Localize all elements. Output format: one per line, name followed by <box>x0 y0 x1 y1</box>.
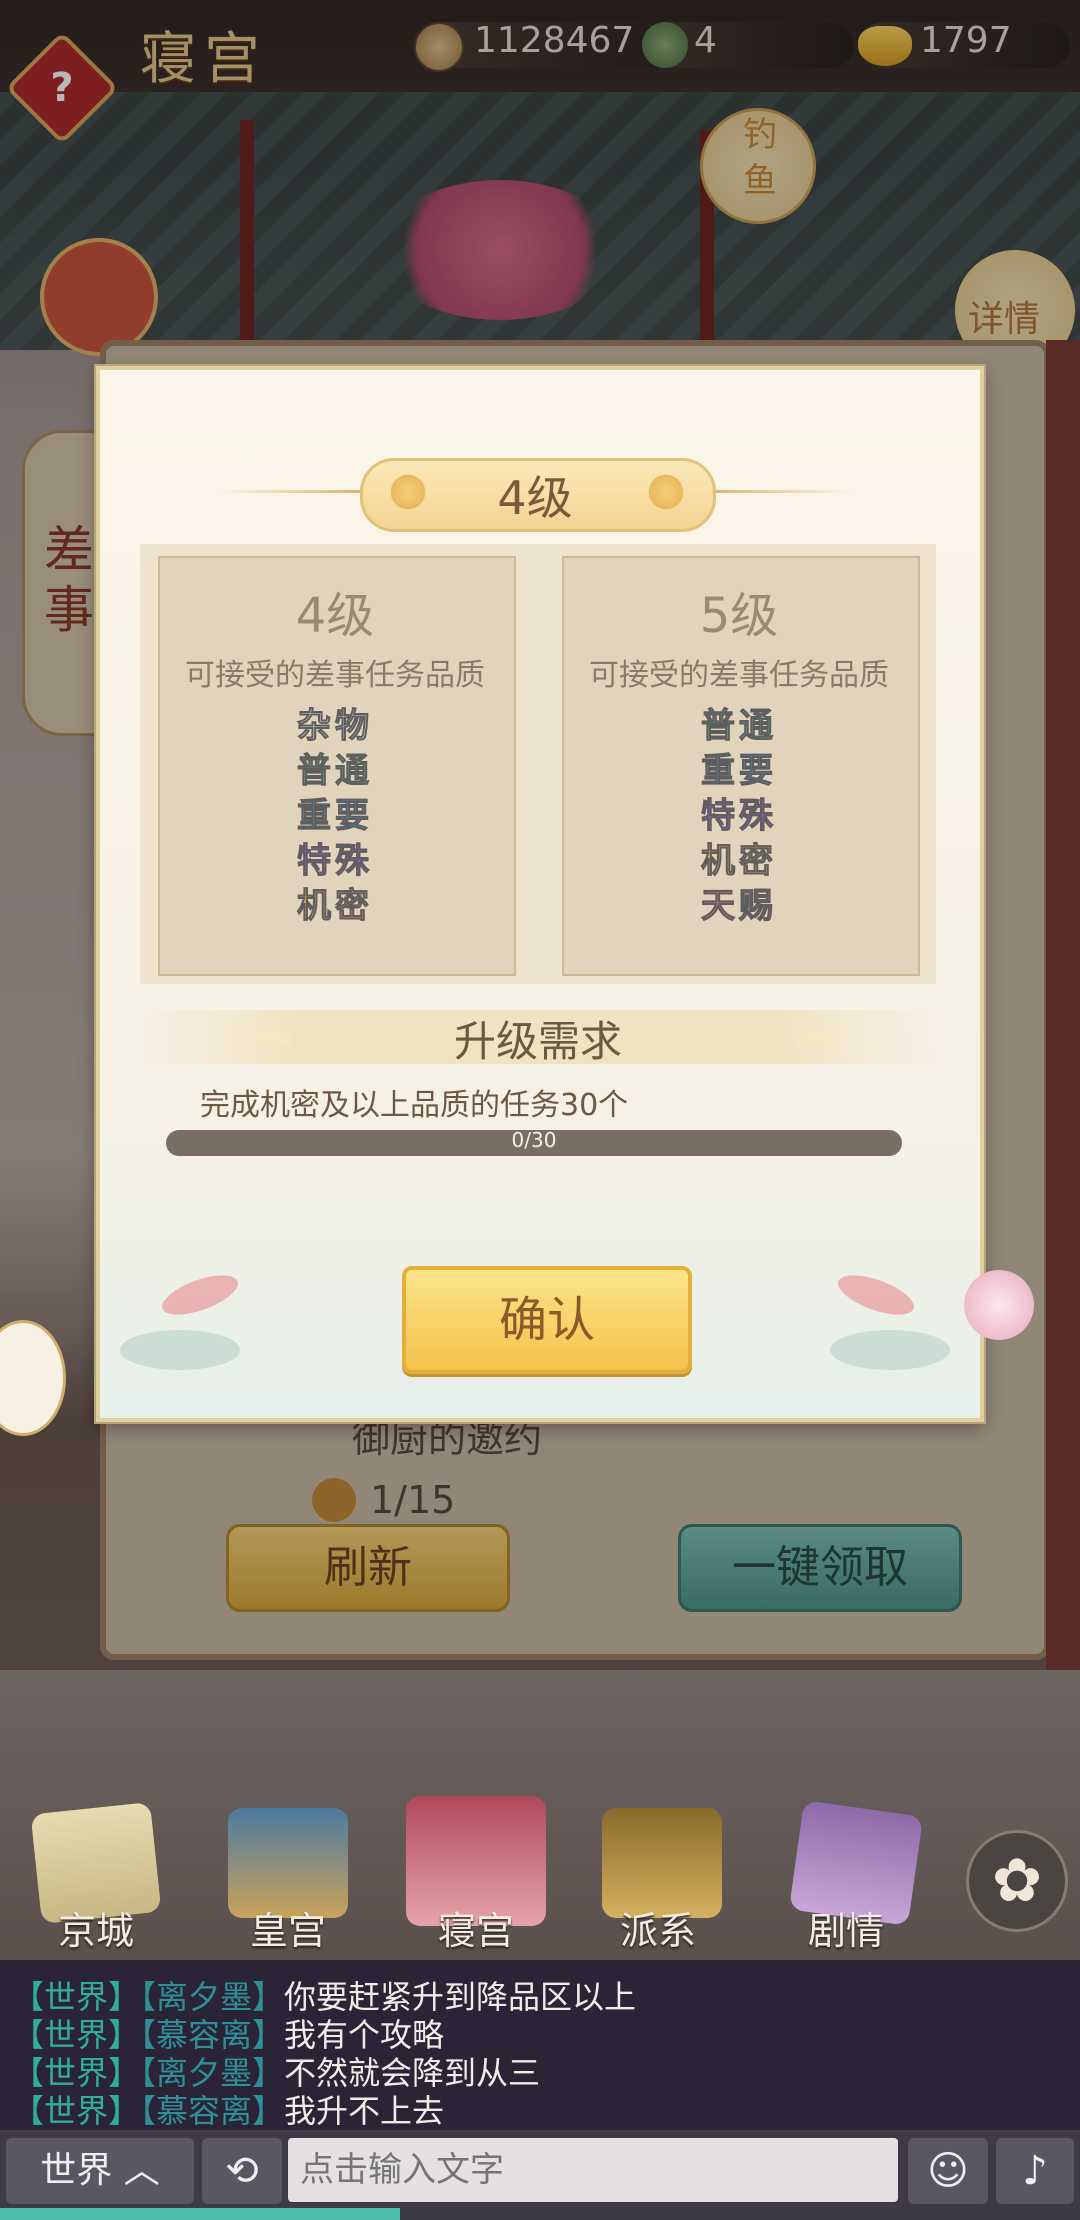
current-level-label: 4级 <box>295 588 375 644</box>
divider <box>710 490 850 493</box>
requirement-text: 完成机密及以上品质的任务30个 <box>200 1088 629 1123</box>
level-banner-title: 4级 <box>497 471 573 525</box>
nav-faction[interactable]: 派系 <box>588 1900 728 1955</box>
emoji-icon[interactable]: ☺ <box>908 2138 988 2204</box>
nav-bedchamber[interactable]: 寝宫 <box>406 1900 546 1955</box>
quality-label: 特殊 <box>701 796 777 837</box>
nav-story[interactable]: 剧情 <box>776 1900 916 1955</box>
quality-label: 机密 <box>701 841 777 882</box>
chat-message: 我升不上去 <box>284 2092 445 2130</box>
lotus-leaf-icon <box>830 1330 950 1370</box>
quality-label: 杂物 <box>297 706 373 747</box>
chat-input[interactable] <box>288 2138 898 2202</box>
chat-channel: 【世界】 <box>12 2092 141 2130</box>
history-icon[interactable]: ⟲ <box>202 2138 282 2204</box>
requirement-title: 升级需求 <box>453 1017 622 1066</box>
progress-label: 0/30 <box>511 1128 557 1152</box>
accent-strip <box>0 2208 400 2220</box>
microphone-icon[interactable]: ♪ <box>996 2138 1074 2204</box>
confirm-button[interactable]: 确认 <box>402 1266 692 1374</box>
divider <box>220 490 360 493</box>
nav-imperial-palace[interactable]: 皇宫 <box>218 1900 358 1955</box>
quality-label: 天赐 <box>701 886 777 927</box>
quality-label: 重要 <box>297 796 373 837</box>
quality-label: 特殊 <box>297 841 373 882</box>
sakura-menu-icon[interactable]: ✿ <box>966 1830 1068 1932</box>
quality-label: 普通 <box>701 706 777 747</box>
quality-label: 重要 <box>701 751 777 792</box>
current-level-subtitle: 可接受的差事任务品质 <box>185 658 485 693</box>
blossom-icon <box>964 1270 1034 1340</box>
nav-capital[interactable]: 京城 <box>26 1900 166 1955</box>
lotus-leaf-icon <box>120 1330 240 1370</box>
chat-user[interactable]: 【慕容离】 <box>140 2092 284 2130</box>
next-level-label: 5级 <box>699 588 779 644</box>
chat-line: 【世界】【慕容离】我升不上去 <box>12 2086 444 2132</box>
quality-label: 机密 <box>297 886 373 927</box>
chat-channel-selector[interactable]: 世界 ︿ <box>6 2138 194 2204</box>
quality-label: 普通 <box>297 751 373 792</box>
next-level-subtitle: 可接受的差事任务品质 <box>589 658 889 693</box>
